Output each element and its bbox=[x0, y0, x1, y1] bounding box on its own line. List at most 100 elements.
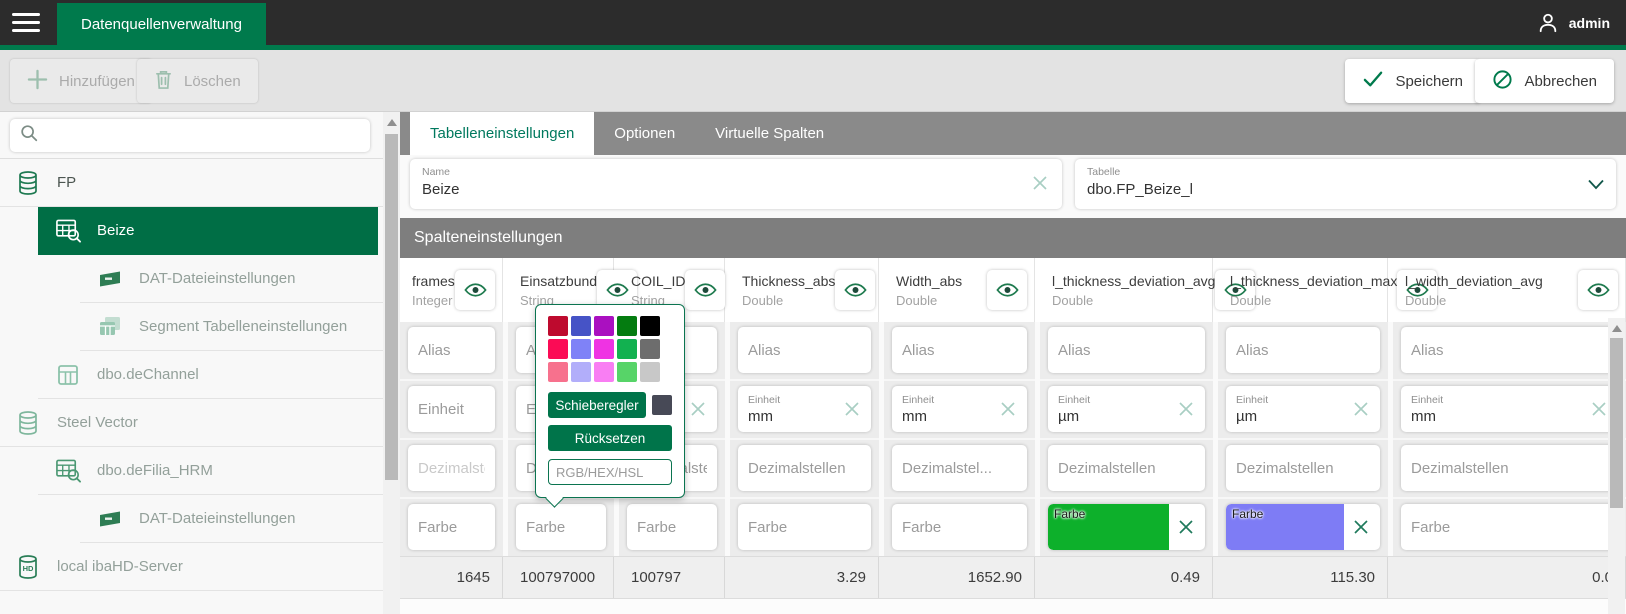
clear-icon[interactable] bbox=[689, 400, 707, 418]
farbe-input[interactable]: Farbe bbox=[408, 504, 495, 550]
einheit-input[interactable]: Einheitµm bbox=[1048, 386, 1205, 432]
dezimalstellen-input[interactable]: Dezimalstellen bbox=[738, 445, 871, 491]
search-input[interactable] bbox=[47, 128, 361, 144]
visibility-toggle-button[interactable] bbox=[987, 270, 1027, 310]
einheit-input[interactable]: Einheit bbox=[408, 386, 495, 432]
color-preview-swatch[interactable] bbox=[652, 395, 672, 415]
tree-item-steel-vector[interactable]: Steel Vector bbox=[0, 399, 383, 447]
clear-icon[interactable] bbox=[999, 400, 1017, 418]
scrollbar-thumb[interactable] bbox=[1610, 338, 1623, 508]
clear-icon[interactable] bbox=[1352, 518, 1370, 536]
tab-tabelleneinstellungen[interactable]: Tabelleneinstellungen bbox=[410, 112, 594, 155]
color-swatch[interactable] bbox=[571, 339, 591, 359]
eye-icon bbox=[993, 282, 1021, 298]
dezimalstellen-input[interactable]: Dezimalstel... bbox=[408, 445, 495, 491]
color-swatch[interactable] bbox=[640, 339, 660, 359]
tree-item-fp[interactable]: FP bbox=[0, 159, 383, 207]
clear-icon[interactable] bbox=[843, 400, 861, 418]
color-swatch[interactable] bbox=[548, 362, 568, 382]
sidebar-scrollbar[interactable] bbox=[383, 112, 400, 614]
section-header: Spalteneinstellungen bbox=[400, 218, 1626, 258]
einheit-label: Einheit bbox=[1058, 394, 1090, 406]
alias-input[interactable]: Alias bbox=[1048, 327, 1205, 373]
alias-input[interactable]: Alias bbox=[1226, 327, 1380, 373]
tab-virtuelle-spalten[interactable]: Virtuelle Spalten bbox=[695, 112, 844, 155]
color-swatch[interactable] bbox=[571, 362, 591, 382]
color-swatch[interactable] bbox=[640, 316, 660, 336]
clear-icon[interactable] bbox=[1590, 400, 1608, 418]
color-swatch[interactable] bbox=[617, 362, 637, 382]
farbe-input[interactable]: Farbe bbox=[1226, 504, 1380, 550]
save-button[interactable]: Speichern bbox=[1345, 59, 1480, 103]
einheit-input[interactable]: Einheitmm bbox=[738, 386, 871, 432]
einheit-input[interactable]: Einheitmm bbox=[1401, 386, 1618, 432]
dezimalstellen-input[interactable]: Dezimalstellen bbox=[1048, 445, 1205, 491]
farbe-input[interactable]: Farbe bbox=[738, 504, 871, 550]
farbe-input[interactable]: Farbe bbox=[1048, 504, 1205, 550]
app-tab-datenquellenverwaltung[interactable]: Datenquellenverwaltung bbox=[57, 3, 266, 45]
farbe-input[interactable]: Farbe bbox=[1401, 504, 1618, 550]
clear-icon[interactable] bbox=[1177, 400, 1195, 418]
clear-icon[interactable] bbox=[1031, 174, 1049, 197]
name-field[interactable]: Name Beize bbox=[410, 159, 1062, 209]
user-menu[interactable]: admin bbox=[1534, 0, 1610, 45]
alias-input[interactable]: Alias bbox=[892, 327, 1027, 373]
clear-icon[interactable] bbox=[1177, 518, 1195, 536]
selected-color-swatch[interactable]: Farbe bbox=[1226, 504, 1344, 550]
tab-optionen[interactable]: Optionen bbox=[594, 112, 695, 155]
color-swatch[interactable] bbox=[548, 316, 568, 336]
scrollbar-thumb[interactable] bbox=[385, 134, 398, 480]
tree-item-dat-dateieinstellungen[interactable]: DAT-Dateieinstellungen bbox=[80, 495, 383, 543]
tree-item-segment-tabelleneinstellungen[interactable]: Segment Tabelleneinstellungen bbox=[80, 303, 383, 351]
hamburger-menu-icon[interactable] bbox=[12, 13, 40, 32]
color-swatch-grid bbox=[548, 316, 672, 382]
data-preview-row[interactable]: 16451007970001007973.291652.900.49115.30… bbox=[400, 556, 1626, 599]
tree-item-dat-dateieinstellungen[interactable]: DAT-Dateieinstellungen bbox=[80, 255, 383, 303]
color-swatch[interactable] bbox=[594, 362, 614, 382]
farbe-input[interactable]: Farbe bbox=[516, 504, 606, 550]
cancel-button[interactable]: Abbrechen bbox=[1475, 59, 1614, 103]
chevron-down-icon[interactable] bbox=[1588, 177, 1604, 195]
clear-icon[interactable] bbox=[1352, 400, 1370, 418]
dezimalstellen-input[interactable]: Dezimalstel... bbox=[892, 445, 1027, 491]
tree-item-beize[interactable]: Beize bbox=[38, 207, 378, 255]
alias-input[interactable]: Alias bbox=[738, 327, 871, 373]
reset-button[interactable]: Rücksetzen bbox=[548, 425, 672, 451]
visibility-toggle-button[interactable] bbox=[835, 270, 875, 310]
selected-color-swatch[interactable]: Farbe bbox=[1048, 504, 1169, 550]
add-button[interactable]: Hinzufügen bbox=[10, 59, 152, 103]
dezimalstellen-input[interactable]: Dezimalstellen bbox=[1401, 445, 1618, 491]
color-swatch[interactable] bbox=[548, 339, 568, 359]
delete-button[interactable]: Löschen bbox=[137, 59, 258, 103]
tree-item-dbo-defilia-hrm[interactable]: dbo.deFilia_HRM bbox=[38, 447, 383, 495]
farbe-input[interactable]: Farbe bbox=[892, 504, 1027, 550]
slider-button[interactable]: Schieberegler bbox=[548, 392, 646, 418]
grid-scrollbar[interactable] bbox=[1608, 318, 1625, 614]
einheit-input[interactable]: Einheitµm bbox=[1226, 386, 1380, 432]
visibility-toggle-button[interactable] bbox=[685, 270, 725, 310]
scroll-up-arrow[interactable] bbox=[1612, 325, 1622, 332]
color-swatch[interactable] bbox=[594, 339, 614, 359]
scroll-up-arrow[interactable] bbox=[387, 119, 397, 126]
visibility-toggle-button[interactable] bbox=[1578, 270, 1618, 310]
color-swatch[interactable] bbox=[594, 316, 614, 336]
column-meta: l_width_deviation_avgDouble bbox=[1405, 273, 1543, 308]
color-value-input[interactable] bbox=[548, 459, 672, 485]
table-select-value: dbo.FP_Beize_l bbox=[1087, 181, 1604, 198]
visibility-toggle-button[interactable] bbox=[455, 270, 495, 310]
tree-item-dbo-dechannel[interactable]: dbo.deChannel bbox=[38, 351, 383, 399]
color-swatch[interactable] bbox=[640, 362, 660, 382]
farbe-label: Farbe bbox=[1054, 507, 1085, 521]
color-swatch[interactable] bbox=[571, 316, 591, 336]
alias-input[interactable]: Alias bbox=[408, 327, 495, 373]
einheit-input[interactable]: Einheitmm bbox=[892, 386, 1027, 432]
sidebar-search[interactable] bbox=[10, 119, 370, 152]
tree-item-local-ibahd-server[interactable]: HDlocal ibaHD-Server bbox=[0, 543, 383, 591]
color-swatch[interactable] bbox=[617, 316, 637, 336]
table-select[interactable]: Tabelle dbo.FP_Beize_l bbox=[1075, 159, 1616, 209]
farbe-input[interactable]: Farbe bbox=[627, 504, 717, 550]
dezimalstellen-input[interactable]: Dezimalstellen bbox=[1226, 445, 1380, 491]
alias-input[interactable]: Alias bbox=[1401, 327, 1618, 373]
color-swatch[interactable] bbox=[617, 339, 637, 359]
einheit-placeholder: Einheit bbox=[418, 401, 464, 418]
